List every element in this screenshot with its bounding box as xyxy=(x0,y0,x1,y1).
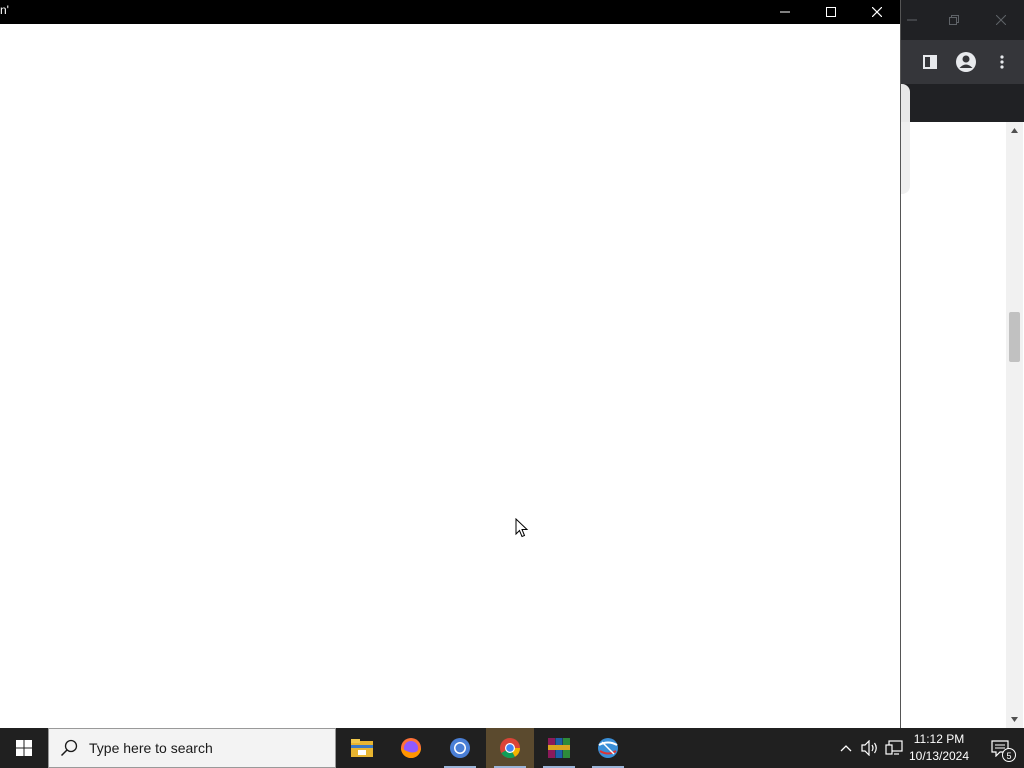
taskbar-app-winrar[interactable] xyxy=(535,728,583,768)
window-titlebar[interactable]: n' xyxy=(0,0,900,24)
start-button[interactable] xyxy=(0,728,48,768)
foreground-window: n' xyxy=(0,0,901,728)
speaker-icon xyxy=(861,740,877,756)
vertical-scrollbar[interactable] xyxy=(1006,122,1023,728)
browser-panel-strip xyxy=(900,84,1024,122)
minimize-icon xyxy=(780,11,790,13)
background-titlebar[interactable] xyxy=(900,0,1024,40)
firefox-icon xyxy=(401,738,421,758)
browser-toolbar xyxy=(900,40,1024,84)
folder-icon xyxy=(351,739,373,757)
taskbar-app-file-explorer[interactable] xyxy=(338,728,386,768)
chromium-icon xyxy=(450,738,470,758)
side-panel-button[interactable] xyxy=(918,50,942,74)
clock-time: 11:12 PM xyxy=(913,732,965,746)
notifications-button[interactable]: 5 xyxy=(980,728,1020,768)
network-icon xyxy=(885,740,903,755)
clock-date: 10/13/2024 xyxy=(908,749,970,763)
page-side-strip xyxy=(900,122,910,194)
winrar-icon xyxy=(548,738,570,758)
minimize-button[interactable] xyxy=(762,0,808,24)
bg-close-button[interactable] xyxy=(989,8,1013,32)
maximize-button[interactable] xyxy=(808,0,854,24)
window-content[interactable] xyxy=(0,24,900,728)
more-menu-icon xyxy=(1000,55,1004,69)
system-clock[interactable]: 11:12 PM 10/13/2024 xyxy=(908,731,970,765)
panel-edge xyxy=(900,84,910,122)
search-placeholder: Type here to search xyxy=(89,740,213,756)
bg-minimize-button[interactable] xyxy=(900,8,924,32)
desktop: n' Type here to search 11:12 PM 10/13/20… xyxy=(0,0,1024,768)
chrome-icon xyxy=(500,738,521,759)
bg-restore-button[interactable] xyxy=(942,8,966,32)
chevron-up-icon xyxy=(1011,128,1018,133)
chevron-up-icon xyxy=(840,745,852,752)
scroll-up-button[interactable] xyxy=(1009,125,1020,136)
scroll-down-button[interactable] xyxy=(1009,714,1020,725)
search-icon xyxy=(59,738,79,758)
taskbar-search-box[interactable]: Type here to search xyxy=(48,728,336,768)
chevron-down-icon xyxy=(1011,717,1018,722)
profile-icon xyxy=(956,52,976,72)
taskbar-app-chrome[interactable] xyxy=(486,728,534,768)
side-panel-icon xyxy=(923,55,937,69)
show-hidden-icons-button[interactable] xyxy=(836,738,856,758)
mouse-pointer-icon xyxy=(515,518,529,538)
browser-page-content[interactable] xyxy=(900,122,1024,728)
network-button[interactable] xyxy=(884,738,904,758)
restore-icon xyxy=(949,15,959,25)
taskbar-app-chromium[interactable] xyxy=(436,728,484,768)
scroll-thumb[interactable] xyxy=(1009,312,1020,362)
notification-count-badge: 5 xyxy=(1002,748,1016,762)
minimize-icon xyxy=(907,19,917,21)
more-menu-button[interactable] xyxy=(990,50,1014,74)
close-icon xyxy=(996,15,1006,25)
network-app-icon xyxy=(598,738,618,758)
volume-button[interactable] xyxy=(860,738,880,758)
taskbar-app-firefox[interactable] xyxy=(387,728,435,768)
maximize-icon xyxy=(826,7,836,17)
taskbar-app-network-app[interactable] xyxy=(584,728,632,768)
background-browser-window[interactable] xyxy=(900,0,1024,728)
window-title: n' xyxy=(0,3,9,17)
close-button[interactable] xyxy=(854,0,900,24)
close-icon xyxy=(872,7,882,17)
profile-button[interactable] xyxy=(954,50,978,74)
windows-logo-icon xyxy=(16,740,32,756)
taskbar: Type here to search 11:12 PM 10/13/2024 … xyxy=(0,728,1024,768)
